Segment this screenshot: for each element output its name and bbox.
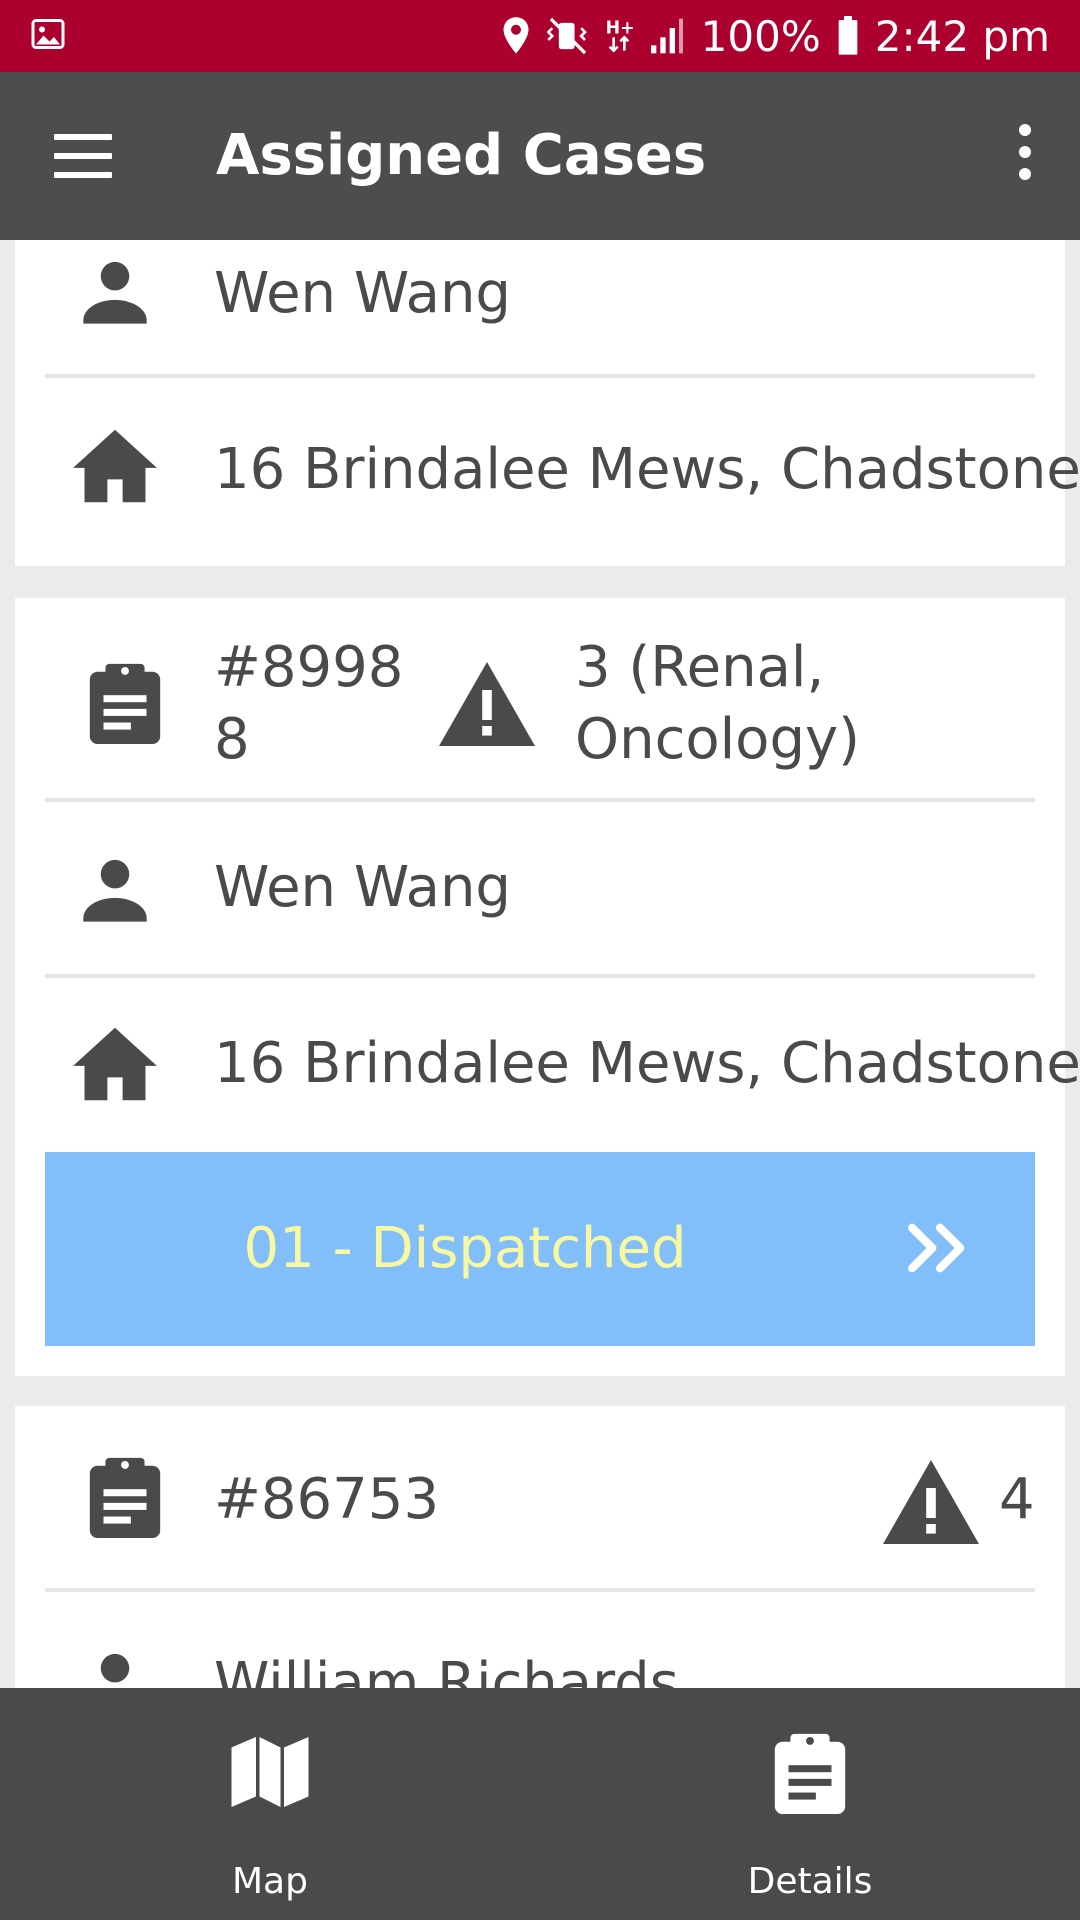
nav-map-label: Map xyxy=(232,1861,308,1902)
address-text: 16 Brindalee Mews, Chadstone xyxy=(214,437,1080,502)
address-text: 16 Brindalee Mews, Chadstone xyxy=(214,1031,1080,1096)
battery-percentage: 100% xyxy=(700,11,821,61)
warning-icon xyxy=(439,662,535,751)
signal-icon xyxy=(649,16,685,56)
person-icon xyxy=(77,852,153,933)
double-chevron-right-icon xyxy=(907,1222,973,1279)
network-hplus-icon: H+ xyxy=(605,16,633,56)
status-label: 01 - Dispatched xyxy=(243,1216,687,1281)
nav-details[interactable]: Details xyxy=(540,1688,1080,1920)
case-card[interactable]: Wen Wang 16 Brindalee Mews, Chadstone xyxy=(15,240,1080,566)
address-row: 16 Brindalee Mews, Chadstone xyxy=(45,978,1080,1148)
nav-details-label: Details xyxy=(747,1861,873,1902)
person-icon xyxy=(77,254,153,335)
status-button[interactable]: 01 - Dispatched xyxy=(45,1152,1035,1346)
gallery-icon xyxy=(30,16,66,57)
warning-icon xyxy=(883,1460,979,1549)
status-bar: H+ 100% 2:42 pm xyxy=(0,0,1080,72)
priority-text: 3 (Renal, xyxy=(575,635,825,700)
map-icon xyxy=(228,1730,312,1819)
nav-map[interactable]: Map xyxy=(0,1688,540,1920)
case-number-wrap: 8 xyxy=(214,707,250,772)
clipboard-icon xyxy=(770,1730,850,1821)
priority-text: 4 xyxy=(999,1467,1035,1532)
case-info-row: #86753 4 xyxy=(45,1406,1035,1588)
patient-name: Wen Wang xyxy=(214,261,511,326)
clipboard-icon xyxy=(85,660,165,751)
address-row: 16 Brindalee Mews, Chadstone xyxy=(45,378,1080,566)
menu-icon[interactable] xyxy=(54,134,112,178)
patient-name: William Richards xyxy=(214,1651,679,1688)
vibrate-icon xyxy=(546,16,589,56)
patient-name: Wen Wang xyxy=(214,855,511,920)
battery-icon xyxy=(837,16,859,56)
app-bar: Assigned Cases xyxy=(0,72,1080,240)
person-icon xyxy=(77,1646,153,1688)
case-info-row: #8998 8 3 (Renal, Oncology) xyxy=(45,598,1035,798)
home-icon xyxy=(69,426,161,511)
case-list[interactable]: Wen Wang 16 Brindalee Mews, Chadstone #8… xyxy=(0,240,1080,1688)
location-icon xyxy=(501,16,531,56)
patient-row: William Richards xyxy=(45,1592,1035,1688)
patient-row: Wen Wang xyxy=(45,240,1035,374)
case-number: #8998 xyxy=(214,635,404,700)
home-icon xyxy=(69,1024,161,1109)
case-card[interactable]: #86753 4 William Richards xyxy=(15,1406,1065,1688)
clock: 2:42 pm xyxy=(874,11,1050,61)
case-card[interactable]: #8998 8 3 (Renal, Oncology) Wen Wang 16 … xyxy=(15,598,1080,1376)
priority-text-wrap: Oncology) xyxy=(575,707,860,772)
svg-text:H+: H+ xyxy=(605,18,632,38)
more-options-icon[interactable] xyxy=(1010,124,1040,188)
page-title: Assigned Cases xyxy=(216,123,707,188)
case-number: #86753 xyxy=(214,1467,440,1532)
clipboard-icon xyxy=(85,1454,165,1545)
patient-row: Wen Wang xyxy=(45,802,1035,974)
bottom-navigation: Map Details xyxy=(0,1688,1080,1920)
